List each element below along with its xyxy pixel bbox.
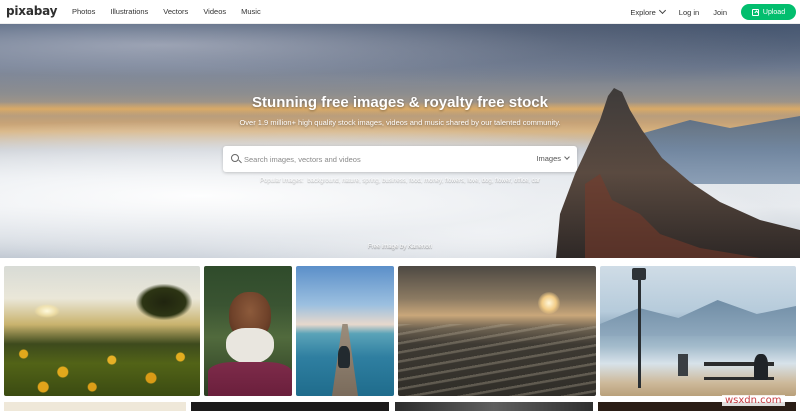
chevron-down-icon: [564, 154, 570, 160]
popular-label: Popular Images:: [260, 178, 304, 184]
gallery-image-elderly-man-portrait[interactable]: [204, 266, 292, 396]
nav-illustrations[interactable]: Illustrations: [110, 7, 148, 16]
seated-person: [338, 346, 350, 368]
gallery-image-next-row-3[interactable]: [395, 402, 593, 411]
login-link[interactable]: Log in: [679, 8, 699, 17]
logo[interactable]: pixabay: [6, 4, 57, 18]
robe: [208, 362, 292, 396]
gallery-image-lamp-bench-lake[interactable]: [600, 266, 796, 396]
distant-mountains: [600, 300, 796, 336]
upload-button[interactable]: Upload: [741, 4, 796, 20]
sunflowers: [4, 336, 200, 396]
seated-man: [754, 354, 768, 380]
upload-icon: [751, 8, 759, 16]
gallery-image-sunflower-field[interactable]: [4, 266, 200, 396]
primary-nav: Photos Illustrations Vectors Videos Musi…: [72, 7, 276, 16]
nav-videos[interactable]: Videos: [203, 7, 226, 16]
chevron-down-icon: [658, 6, 666, 15]
nav-music[interactable]: Music: [241, 7, 261, 16]
search-bar: Images: [223, 146, 577, 172]
upload-label: Upload: [762, 8, 786, 16]
nav-photos[interactable]: Photos: [72, 7, 95, 16]
white-beard: [226, 328, 274, 364]
image-credit[interactable]: Free image by Kanenori: [0, 244, 800, 250]
tree-silhouette: [136, 284, 192, 320]
marsh-channels: [398, 324, 596, 396]
search-icon[interactable]: [231, 154, 239, 162]
lamp-post: [638, 272, 641, 388]
gallery-image-pier-ocean[interactable]: [296, 266, 394, 396]
join-link[interactable]: Join: [713, 8, 727, 17]
gallery-image-next-row-1[interactable]: [4, 402, 186, 411]
top-navigation-bar: pixabay Photos Illustrations Vectors Vid…: [0, 0, 800, 24]
setting-sun: [538, 292, 560, 314]
popular-searches: Popular Images: background, nature, spri…: [0, 178, 800, 184]
gallery-image-marsh-sunset[interactable]: [398, 266, 596, 396]
hero-subtitle: Over 1.9 million+ high quality stock ima…: [239, 118, 561, 127]
mountain-ridge-image: [556, 88, 800, 258]
hero-banner: Stunning free images & royalty free stoc…: [0, 24, 800, 258]
search-type-select[interactable]: Images: [536, 154, 570, 163]
signboard: [678, 354, 688, 376]
header-actions: Explore Log in Join Upload: [630, 0, 800, 24]
nav-vectors[interactable]: Vectors: [163, 7, 188, 16]
search-type-label: Images: [536, 154, 561, 163]
explore-menu[interactable]: Explore: [630, 6, 666, 17]
search-input[interactable]: [244, 151, 524, 167]
watermark: wsxdn.com: [722, 395, 785, 406]
hero-title: Stunning free images & royalty free stoc…: [252, 94, 548, 111]
street-lamp: [632, 268, 646, 280]
sun-glow: [34, 304, 60, 318]
pixabay-homepage: pixabay Photos Illustrations Vectors Vid…: [0, 0, 800, 411]
explore-label: Explore: [630, 7, 656, 17]
gallery-image-next-row-2[interactable]: [191, 402, 389, 411]
popular-terms[interactable]: background, nature, spring, business, fo…: [307, 178, 540, 184]
